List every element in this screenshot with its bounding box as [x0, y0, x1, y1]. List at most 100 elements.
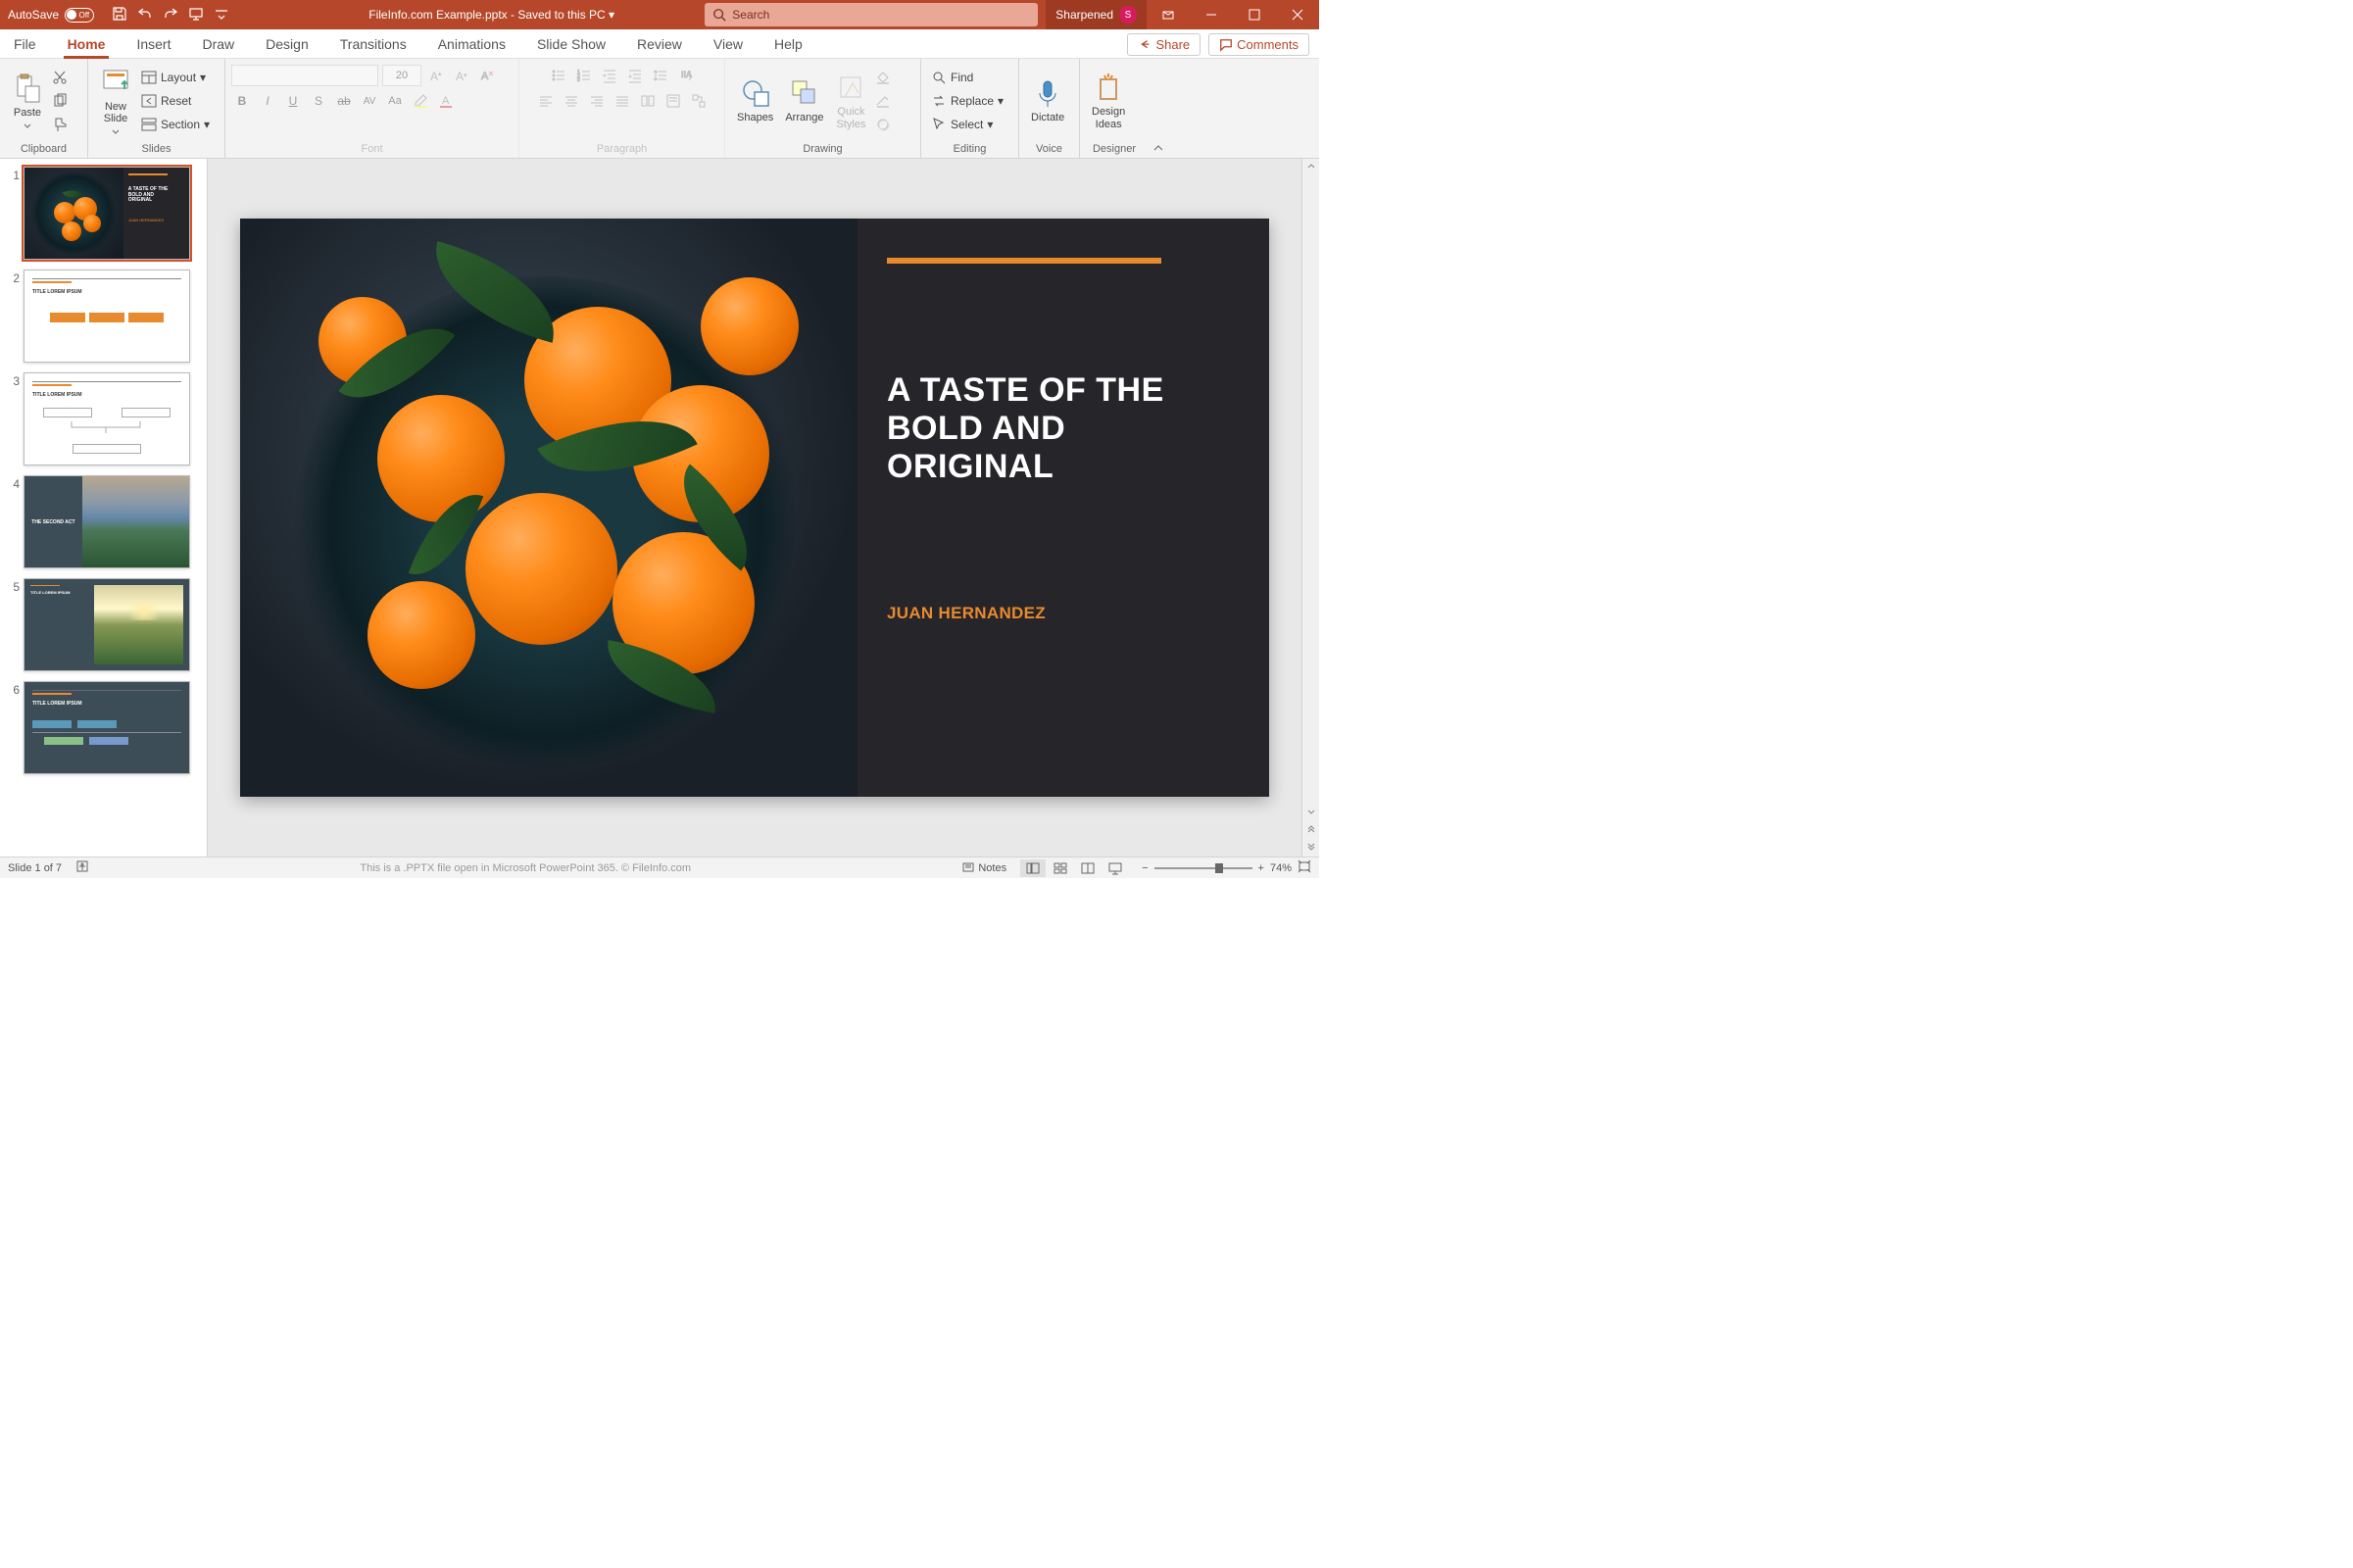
align-right-icon[interactable] — [586, 90, 608, 112]
slideshow-view-icon[interactable] — [1103, 859, 1128, 877]
arrange-button[interactable]: Arrange — [779, 77, 829, 123]
autosave-toggle[interactable]: AutoSave Off — [0, 8, 102, 23]
underline-icon[interactable]: U — [282, 90, 304, 112]
numbering-icon[interactable]: 123 — [573, 65, 595, 86]
layout-button[interactable]: Layout ▾ — [137, 67, 214, 88]
tab-review[interactable]: Review — [635, 30, 684, 58]
slide-thumbnails-pane[interactable]: 1 A TASTE OF THEBOLD ANDORIGINAL JUAN HE… — [0, 159, 208, 857]
tab-view[interactable]: View — [711, 30, 745, 58]
text-direction-icon[interactable]: IIA — [675, 65, 697, 86]
zoom-slider[interactable] — [1154, 867, 1252, 869]
close-icon[interactable] — [1276, 0, 1319, 29]
shape-outline-icon[interactable] — [872, 90, 894, 112]
tab-slideshow[interactable]: Slide Show — [535, 30, 608, 58]
char-spacing-icon[interactable]: AV — [359, 90, 380, 112]
italic-icon[interactable]: I — [257, 90, 278, 112]
find-button[interactable]: Find — [927, 67, 1012, 88]
ribbon-options-icon[interactable] — [1147, 0, 1190, 29]
qat-more-icon[interactable] — [214, 6, 229, 24]
strikethrough-icon[interactable]: ab — [333, 90, 355, 112]
tab-design[interactable]: Design — [264, 30, 311, 58]
justify-icon[interactable] — [612, 90, 633, 112]
tab-draw[interactable]: Draw — [200, 30, 236, 58]
sorter-view-icon[interactable] — [1048, 859, 1073, 877]
align-left-icon[interactable] — [535, 90, 557, 112]
new-slide-button[interactable]: New Slide — [94, 67, 137, 135]
save-icon[interactable] — [112, 6, 127, 24]
slide-position[interactable]: Slide 1 of 7 — [8, 862, 62, 874]
zoom-control[interactable]: − + 74% — [1142, 859, 1311, 876]
smartart-icon[interactable] — [688, 90, 710, 112]
tab-file[interactable]: File — [12, 30, 38, 58]
search-box[interactable]: Search — [705, 3, 1038, 26]
align-text-icon[interactable] — [662, 90, 684, 112]
clear-formatting-icon[interactable]: A — [476, 65, 498, 86]
tab-transitions[interactable]: Transitions — [338, 30, 409, 58]
scroll-up-icon[interactable] — [1306, 161, 1316, 171]
accessibility-icon[interactable] — [75, 859, 89, 876]
comments-button[interactable]: Comments — [1208, 33, 1309, 56]
paste-button[interactable]: Paste — [6, 73, 49, 129]
cut-icon[interactable] — [49, 67, 71, 88]
bold-icon[interactable]: B — [231, 90, 253, 112]
undo-icon[interactable] — [137, 6, 153, 24]
collapse-ribbon-icon[interactable] — [1149, 59, 1168, 158]
quick-styles-button[interactable]: Quick Styles — [829, 72, 872, 129]
select-button[interactable]: Select ▾ — [927, 114, 1012, 135]
tab-insert[interactable]: Insert — [134, 30, 172, 58]
increase-indent-icon[interactable] — [624, 65, 646, 86]
minimize-icon[interactable] — [1190, 0, 1233, 29]
maximize-icon[interactable] — [1233, 0, 1276, 29]
shape-fill-icon[interactable] — [872, 67, 894, 88]
format-painter-icon[interactable] — [49, 114, 71, 135]
section-button[interactable]: Section ▾ — [137, 114, 214, 135]
reading-view-icon[interactable] — [1075, 859, 1101, 877]
highlight-icon[interactable] — [410, 90, 431, 112]
vertical-scrollbar[interactable] — [1301, 159, 1319, 857]
present-icon[interactable] — [188, 6, 204, 24]
shapes-button[interactable]: Shapes — [731, 77, 779, 123]
reset-button[interactable]: Reset — [137, 90, 214, 112]
tab-animations[interactable]: Animations — [436, 30, 508, 58]
redo-icon[interactable] — [163, 6, 178, 24]
replace-button[interactable]: Replace ▾ — [927, 90, 1012, 112]
columns-icon[interactable] — [637, 90, 659, 112]
fit-window-icon[interactable] — [1298, 859, 1311, 876]
bullets-icon[interactable] — [548, 65, 569, 86]
slide-canvas[interactable]: A TASTE OF THE BOLD AND ORIGINAL JUAN HE… — [208, 159, 1301, 857]
zoom-out-icon[interactable]: − — [1142, 862, 1148, 874]
align-center-icon[interactable] — [561, 90, 582, 112]
shadow-icon[interactable]: S — [308, 90, 329, 112]
slide-thumbnail-5[interactable]: TITLE LOREM IPSUM — [24, 578, 190, 671]
decrease-font-icon[interactable]: A▾ — [451, 65, 472, 86]
prev-slide-icon[interactable] — [1306, 825, 1316, 835]
shape-effects-icon[interactable] — [872, 114, 894, 135]
font-color-icon[interactable]: A — [435, 90, 457, 112]
slide-thumbnail-6[interactable]: TITLE LOREM IPSUM — [24, 681, 190, 774]
line-spacing-icon[interactable] — [650, 65, 671, 86]
dictate-button[interactable]: Dictate — [1025, 77, 1070, 123]
normal-view-icon[interactable] — [1020, 859, 1046, 877]
share-button[interactable]: Share — [1127, 33, 1201, 56]
current-slide[interactable]: A TASTE OF THE BOLD AND ORIGINAL JUAN HE… — [240, 219, 1269, 797]
slide-title[interactable]: A TASTE OF THE BOLD AND ORIGINAL — [887, 371, 1240, 486]
slide-thumbnail-1[interactable]: A TASTE OF THEBOLD ANDORIGINAL JUAN HERN… — [24, 167, 190, 260]
design-ideas-button[interactable]: Design Ideas — [1086, 72, 1131, 129]
increase-font-icon[interactable]: A▴ — [425, 65, 447, 86]
zoom-value[interactable]: 74% — [1270, 862, 1292, 874]
font-family-combo[interactable] — [231, 65, 378, 86]
font-size-combo[interactable]: 20 — [382, 65, 421, 86]
slide-author[interactable]: JUAN HERNANDEZ — [887, 604, 1240, 623]
toggle-off-icon[interactable]: Off — [65, 8, 94, 23]
document-title[interactable]: FileInfo.com Example.pptx - Saved to thi… — [239, 8, 705, 22]
decrease-indent-icon[interactable] — [599, 65, 620, 86]
copy-icon[interactable] — [49, 90, 71, 112]
user-account[interactable]: Sharpened S — [1046, 0, 1147, 29]
next-slide-icon[interactable] — [1306, 841, 1316, 851]
scroll-down-icon[interactable] — [1306, 808, 1316, 817]
tab-help[interactable]: Help — [772, 30, 805, 58]
notes-button[interactable]: Notes — [961, 861, 1006, 875]
slide-thumbnail-4[interactable]: THE SECOND ACT — [24, 475, 190, 568]
tab-home[interactable]: Home — [66, 30, 108, 58]
slide-thumbnail-3[interactable]: TITLE LOREM IPSUM — [24, 372, 190, 466]
